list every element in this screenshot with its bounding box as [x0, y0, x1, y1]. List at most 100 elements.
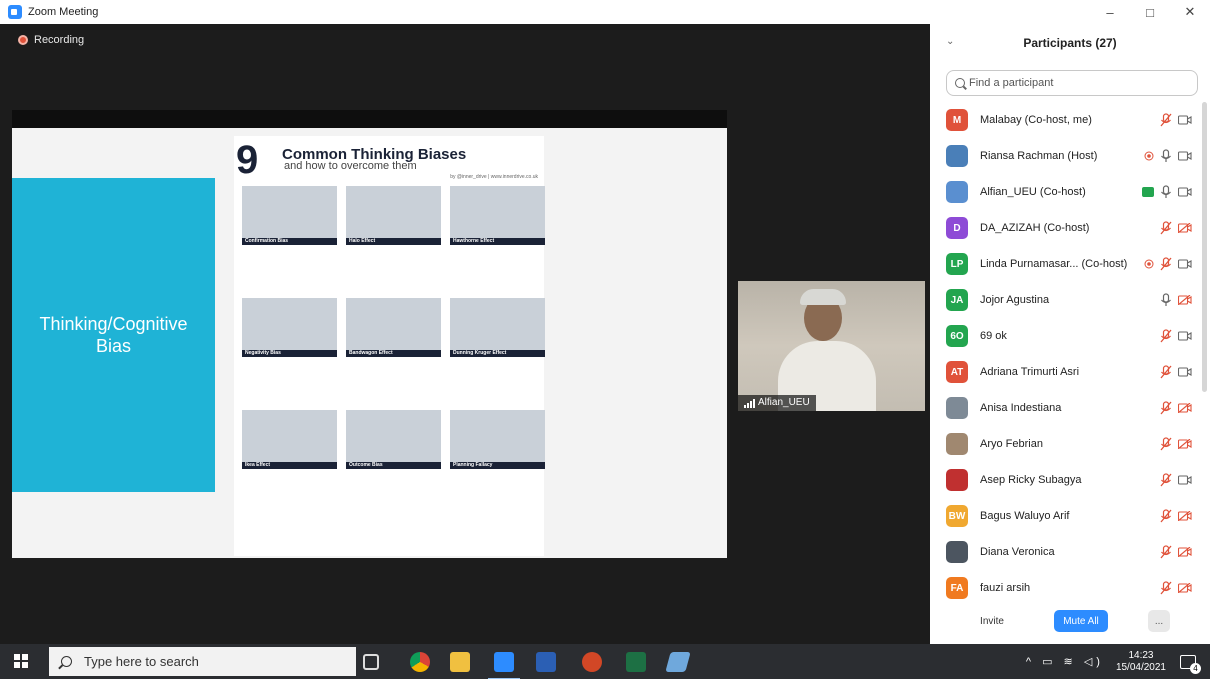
screen-share-icon: [1142, 187, 1154, 197]
participant-row[interactable]: D DA_AZIZAH (Co-host): [930, 210, 1202, 246]
infographic-cell: Hawthorne Effect: [450, 186, 545, 245]
participant-row[interactable]: M Malabay (Co-host, me): [930, 102, 1202, 138]
participant-name: Linda Purnamasar... (Co-host): [980, 258, 1128, 270]
zoom-taskbar-icon[interactable]: [488, 652, 520, 679]
participant-row[interactable]: FA fauzi arsih: [930, 570, 1202, 606]
window-title: Zoom Meeting: [28, 6, 99, 18]
record-icon: [18, 35, 28, 45]
participant-row[interactable]: Diana Veronica: [930, 534, 1202, 570]
windows-start-icon[interactable]: [14, 654, 28, 668]
participant-status-icons: [1160, 293, 1192, 307]
participant-status-icons: [1160, 581, 1192, 595]
mic-muted-icon: [1160, 509, 1172, 523]
camera-icon: [1178, 331, 1192, 341]
close-button[interactable]: ✕: [1170, 0, 1210, 24]
search-icon: [61, 656, 72, 667]
infographic-cell-label: Ikea Effect: [242, 462, 337, 469]
participant-status-icons: [1142, 185, 1192, 199]
infographic-cell-label: Negativity Bias: [242, 350, 337, 357]
avatar: 6O: [946, 325, 968, 347]
windows-taskbar: Type here to search ^ ▭ ≋ ◁) 14:23 15/04…: [0, 644, 1210, 679]
participant-row[interactable]: BW Bagus Waluyo Arif: [930, 498, 1202, 534]
file-explorer-icon[interactable]: [450, 652, 470, 672]
participant-status-icons: [1160, 437, 1192, 451]
participant-row[interactable]: Riansa Rachman (Host): [930, 138, 1202, 174]
invite-button[interactable]: Invite: [970, 610, 1014, 632]
camera-icon: [1178, 259, 1192, 269]
infographic-illustration: [242, 186, 337, 238]
avatar: [946, 433, 968, 455]
avatar: JA: [946, 289, 968, 311]
participant-row[interactable]: Asep Ricky Subagya: [930, 462, 1202, 498]
participant-search-input[interactable]: Find a participant: [946, 70, 1198, 96]
notification-icon[interactable]: 4: [1180, 654, 1201, 674]
chrome-icon[interactable]: [410, 652, 430, 672]
infographic-cell: Dunning Kruger Effect: [450, 298, 545, 357]
minimize-button[interactable]: –: [1090, 0, 1130, 24]
participant-row[interactable]: 6O 69 ok: [930, 318, 1202, 354]
taskbar-search-box[interactable]: Type here to search: [49, 647, 356, 676]
video-name: Alfian_UEU: [758, 397, 810, 408]
infographic-cell-label: Halo Effect: [346, 238, 441, 245]
infographic: 9 Common Thinking Biases and how to over…: [234, 136, 545, 556]
camera-off-icon: [1178, 547, 1192, 557]
participant-status-icons: [1160, 509, 1192, 523]
infographic-cell-label: Planning Fallacy: [450, 462, 545, 469]
infographic-cell: Outcome Bias: [346, 410, 441, 469]
recording-status-icon: [1144, 259, 1154, 269]
infographic-cell: Confirmation Bias: [242, 186, 337, 245]
participant-name: Anisa Indestiana: [980, 402, 1062, 414]
participant-name: Malabay (Co-host, me): [980, 114, 1092, 126]
avatar: AT: [946, 361, 968, 383]
infographic-illustration: [346, 298, 441, 350]
powerpoint-icon[interactable]: [582, 652, 602, 672]
participant-row[interactable]: Aryo Febrian: [930, 426, 1202, 462]
mic-muted-icon: [1160, 545, 1172, 559]
infographic-cell: Halo Effect: [346, 186, 441, 245]
participant-row[interactable]: Alfian_UEU (Co-host): [930, 174, 1202, 210]
infographic-cell: Ikea Effect: [242, 410, 337, 469]
signal-strength-icon: [744, 398, 755, 408]
infographic-cell-label: Confirmation Bias: [242, 238, 337, 245]
infographic-illustration: [346, 410, 441, 462]
video-person-cap: [800, 289, 846, 305]
slide-title: Thinking/Cognitive Bias: [39, 314, 188, 356]
taskbar-search-placeholder: Type here to search: [84, 654, 199, 669]
participant-status-icons: [1160, 401, 1192, 415]
tray-clock[interactable]: 14:23 15/04/2021: [1116, 650, 1166, 674]
meeting-area: Recording Thinking/Cognitive Bias 9 Comm…: [0, 24, 930, 644]
avatar: M: [946, 109, 968, 131]
mic-muted-icon: [1160, 329, 1172, 343]
participants-header: ⌄ Participants (27): [930, 24, 1210, 62]
avatar: [946, 181, 968, 203]
participant-status-icons: [1144, 257, 1192, 271]
participant-name: Diana Veronica: [980, 546, 1055, 558]
mic-muted-icon: [1160, 581, 1172, 595]
participants-panel: ⌄ Participants (27) Find a participant M…: [930, 24, 1210, 644]
infographic-cell: Planning Fallacy: [450, 410, 545, 469]
tray-icons[interactable]: ^ ▭ ≋ ◁): [1026, 655, 1104, 668]
participant-name: Bagus Waluyo Arif: [980, 510, 1070, 522]
participant-row[interactable]: Anisa Indestiana: [930, 390, 1202, 426]
more-options-button[interactable]: ...: [1148, 610, 1170, 632]
avatar: [946, 397, 968, 419]
word-icon[interactable]: [536, 652, 556, 672]
participants-footer: Invite Mute All ...: [930, 606, 1210, 636]
mute-all-button[interactable]: Mute All: [1054, 610, 1108, 632]
task-view-icon[interactable]: [363, 654, 379, 670]
participant-row[interactable]: LP Linda Purnamasar... (Co-host): [930, 246, 1202, 282]
participant-row[interactable]: AT Adriana Trimurti Asri: [930, 354, 1202, 390]
pen-app-icon[interactable]: [665, 652, 691, 672]
participant-row[interactable]: JA Jojor Agustina: [930, 282, 1202, 318]
title-bar: Zoom Meeting – □ ✕: [0, 0, 1210, 24]
maximize-button[interactable]: □: [1130, 0, 1170, 24]
recording-indicator[interactable]: Recording: [18, 34, 84, 46]
camera-off-icon: [1178, 439, 1192, 449]
mic-muted-icon: [1160, 113, 1172, 127]
infographic-cell: Bandwagon Effect: [346, 298, 441, 357]
participant-video-tile[interactable]: Alfian_UEU: [738, 281, 925, 411]
excel-icon[interactable]: [626, 652, 646, 672]
camera-off-icon: [1178, 583, 1192, 593]
participant-list-scrollbar[interactable]: [1202, 102, 1207, 392]
camera-icon: [1178, 115, 1192, 125]
